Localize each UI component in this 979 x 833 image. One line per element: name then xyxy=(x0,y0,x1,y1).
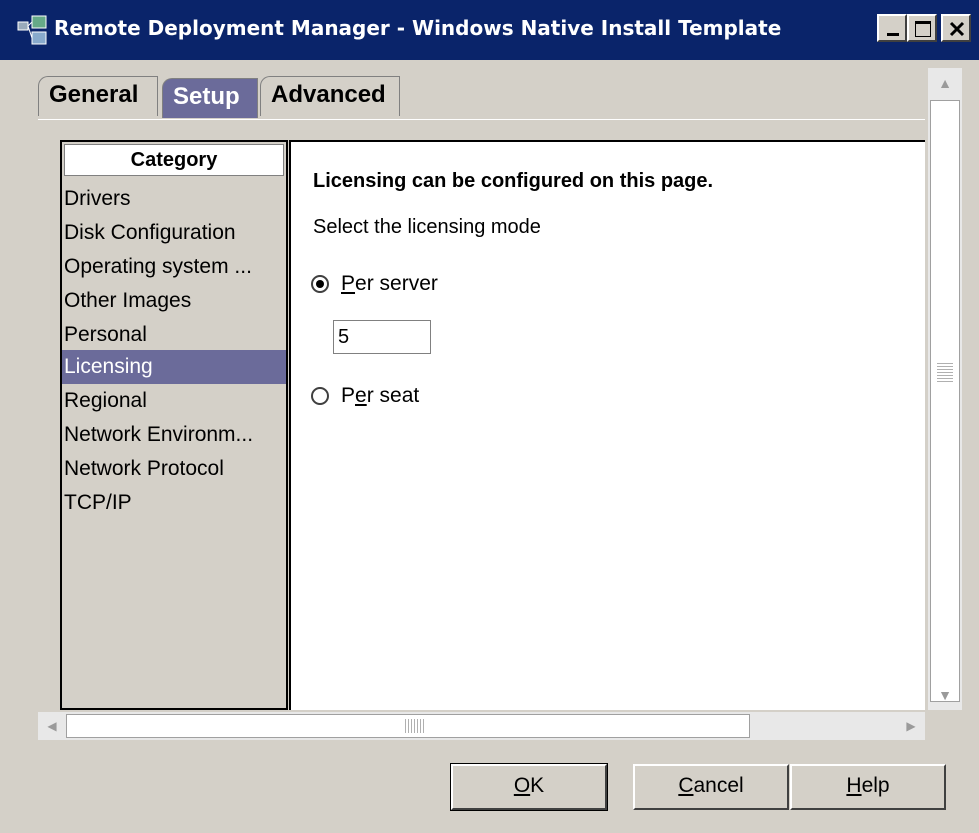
ok-button[interactable]: OK xyxy=(450,763,608,811)
help-button[interactable]: Help xyxy=(790,764,946,810)
per-seat-option[interactable]: Per seat xyxy=(311,384,419,408)
licensing-mode-label: Select the licensing mode xyxy=(313,216,541,238)
page-heading: Licensing can be configured on this page… xyxy=(313,170,714,192)
category-item-operating-system[interactable]: Operating system ... xyxy=(62,250,286,284)
title-bar[interactable]: Remote Deployment Manager - Windows Nati… xyxy=(0,0,979,60)
category-list: Category Drivers Disk Configuration Oper… xyxy=(60,140,288,710)
category-item-network-protocol[interactable]: Network Protocol xyxy=(62,452,286,486)
category-item-disk-configuration[interactable]: Disk Configuration xyxy=(62,216,286,250)
category-item-drivers[interactable]: Drivers xyxy=(62,182,286,216)
tab-general[interactable]: General xyxy=(38,76,158,116)
per-seat-label: Per seat xyxy=(341,384,420,407)
vertical-scroll-thumb[interactable] xyxy=(930,100,960,702)
category-item-network-environment[interactable]: Network Environm... xyxy=(62,418,286,452)
close-button[interactable] xyxy=(941,14,971,42)
category-item-personal[interactable]: Personal xyxy=(62,318,286,352)
per-seat-radio[interactable] xyxy=(311,387,329,405)
category-item-regional[interactable]: Regional xyxy=(62,384,286,418)
scroll-right-icon[interactable]: ▶ xyxy=(897,712,925,740)
tab-advanced[interactable]: Advanced xyxy=(260,76,400,116)
scroll-down-icon[interactable]: ▼ xyxy=(928,680,962,710)
per-server-label: Per server xyxy=(341,272,438,295)
per-server-option[interactable]: Per server xyxy=(311,272,438,296)
horizontal-scrollbar[interactable]: ◀ ▶ xyxy=(38,712,925,740)
category-item-other-images[interactable]: Other Images xyxy=(62,284,286,318)
grip-icon xyxy=(937,363,953,383)
close-icon xyxy=(949,21,965,37)
horizontal-scroll-thumb[interactable] xyxy=(66,714,750,738)
category-item-tcpip[interactable]: TCP/IP xyxy=(62,486,286,520)
maximize-button[interactable] xyxy=(907,14,937,42)
grip-icon xyxy=(405,719,425,733)
app-icon xyxy=(16,14,52,46)
scroll-up-icon[interactable]: ▲ xyxy=(928,68,962,98)
category-item-licensing[interactable]: Licensing xyxy=(62,350,286,384)
licensing-panel: Licensing can be configured on this page… xyxy=(289,140,925,710)
per-server-count-field[interactable]: 5 xyxy=(333,320,431,354)
dialog-window: Remote Deployment Manager - Windows Nati… xyxy=(0,0,979,833)
tab-setup[interactable]: Setup xyxy=(162,78,258,118)
minimize-button[interactable] xyxy=(877,14,907,42)
scroll-left-icon[interactable]: ◀ xyxy=(38,712,66,740)
vertical-scrollbar[interactable]: ▲ ▼ xyxy=(928,68,962,710)
category-header: Category xyxy=(64,144,284,176)
cancel-button[interactable]: Cancel xyxy=(633,764,789,810)
per-server-radio[interactable] xyxy=(311,275,329,293)
window-title: Remote Deployment Manager - Windows Nati… xyxy=(54,16,782,40)
